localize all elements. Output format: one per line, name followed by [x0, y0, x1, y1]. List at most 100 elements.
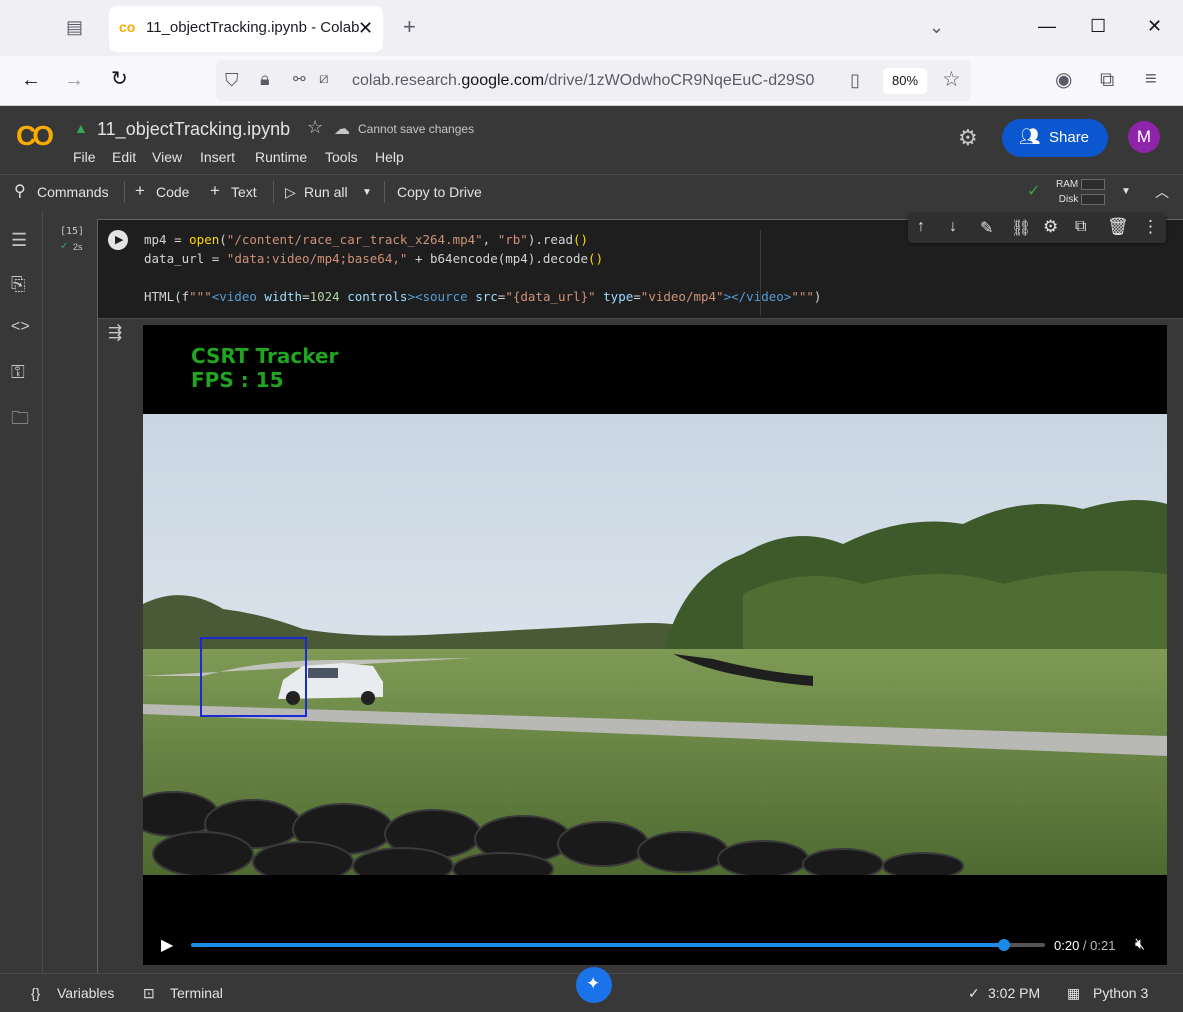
url-text[interactable]: colab.research.google.com/drive/1zWOdwho…: [352, 72, 838, 90]
settings-gear-icon[interactable]: ⚙: [958, 125, 978, 151]
execution-time: 2s: [73, 242, 83, 252]
code-line-2[interactable]: data_url = "data:video/mp4;base64," + b6…: [144, 251, 603, 266]
zoom-level[interactable]: 80%: [883, 68, 927, 94]
lock-icon[interactable]: 🔒︎: [260, 70, 270, 88]
runtime-icon: ▦: [1067, 985, 1081, 1001]
find-icon[interactable]: ⎘: [11, 274, 25, 295]
exec-check-icon: ✓: [60, 241, 69, 252]
add-text-icon: +: [210, 181, 220, 200]
reload-icon[interactable]: ↻: [111, 69, 128, 89]
run-all-dropdown-icon[interactable]: ▼: [362, 187, 372, 198]
cell-settings-icon[interactable]: ⚙: [1043, 217, 1058, 237]
minimize-icon[interactable]: —: [1038, 17, 1056, 35]
tracker-fps: FPS : 15: [191, 368, 284, 392]
menu-runtime[interactable]: Runtime: [255, 149, 307, 165]
add-code-icon: +: [135, 181, 145, 200]
mute-icon[interactable]: 🔇︎: [1135, 936, 1145, 954]
menu-icon[interactable]: ≡: [1145, 69, 1157, 89]
duration: 0:21: [1090, 938, 1116, 953]
gemini-button[interactable]: ✦: [576, 967, 612, 1003]
more-options-icon[interactable]: ⋮: [1142, 217, 1159, 237]
add-text-button[interactable]: Text: [231, 184, 257, 200]
close-window-icon[interactable]: ✕: [1147, 17, 1162, 35]
copy-to-drive-button[interactable]: Copy to Drive: [397, 184, 482, 200]
variables-icon: {}: [31, 985, 41, 1001]
link-icon[interactable]: ⛓: [1011, 218, 1031, 238]
completed-check-icon: ✓: [968, 985, 980, 1001]
code-line-4[interactable]: HTML(f"""<video width=1024 controls><sou…: [144, 289, 821, 304]
terminal-icon: ⊡: [143, 985, 155, 1001]
video-time: 0:20 / 0:21: [1054, 938, 1116, 953]
maximize-icon[interactable]: ☐: [1090, 17, 1106, 35]
menu-file[interactable]: File: [73, 149, 96, 165]
resource-monitor[interactable]: RAM Disk: [1056, 177, 1106, 207]
avatar[interactable]: M: [1128, 121, 1160, 153]
play-icon: ▶: [115, 234, 124, 246]
menu-help[interactable]: Help: [375, 149, 404, 165]
colab-logo[interactable]: CO: [16, 120, 54, 152]
play-icon: ▷: [285, 184, 296, 200]
current-time: 0:20: [1054, 938, 1080, 953]
back-icon[interactable]: ←: [21, 70, 41, 90]
menu-view[interactable]: View: [152, 149, 182, 165]
star-icon[interactable]: ☆: [307, 117, 323, 138]
extensions-icon[interactable]: ⧉: [1100, 70, 1114, 90]
move-down-icon[interactable]: ↓: [949, 218, 957, 236]
run-all-button[interactable]: Run all: [304, 184, 348, 200]
save-status[interactable]: Cannot save changes: [358, 122, 474, 136]
terminal-button[interactable]: Terminal: [170, 985, 223, 1001]
forward-icon[interactable]: →: [64, 70, 84, 90]
video-frame: [143, 414, 1167, 875]
seek-progress: [191, 943, 1004, 947]
menu-insert[interactable]: Insert: [200, 149, 235, 165]
share-label: Share: [1049, 129, 1090, 146]
new-tab-icon[interactable]: +: [403, 16, 416, 38]
code-line-1[interactable]: mp4 = open("/content/race_car_track_x264…: [144, 232, 588, 247]
divider: [273, 181, 274, 203]
run-cell-button[interactable]: ▶: [108, 230, 128, 250]
video-player[interactable]: CSRT Tracker FPS : 15 ▶ 0:20 / 0:21 🔇︎: [143, 325, 1167, 965]
execution-count: [15]: [60, 226, 85, 237]
add-code-button[interactable]: Code: [156, 184, 189, 200]
move-up-icon[interactable]: ↑: [917, 218, 925, 236]
screen-share-blocked-icon[interactable]: ⧄: [319, 71, 329, 86]
variables-button[interactable]: Variables: [57, 985, 114, 1001]
search-icon: ⚲: [14, 183, 26, 200]
table-of-contents-icon[interactable]: ☰: [11, 230, 27, 251]
account-icon[interactable]: ◉: [1055, 70, 1072, 90]
menu-edit[interactable]: Edit: [112, 149, 136, 165]
notebook-title[interactable]: 11_objectTracking.ipynb: [97, 119, 290, 140]
delete-icon[interactable]: 🗑︎: [1107, 217, 1129, 237]
runtime-type[interactable]: Python 3: [1093, 985, 1148, 1001]
play-button-icon[interactable]: ▶: [161, 935, 173, 955]
tracker-name: CSRT Tracker: [191, 344, 339, 368]
divider: [384, 181, 385, 203]
code-snippets-icon[interactable]: <>: [11, 318, 30, 336]
url-domain: google.com: [461, 72, 545, 89]
collapse-header-icon[interactable]: ︿: [1155, 182, 1169, 202]
shield-icon[interactable]: ⛉: [225, 71, 239, 89]
ram-label: RAM: [1056, 179, 1079, 190]
bookmark-star-icon[interactable]: ☆: [942, 69, 961, 90]
files-folder-icon[interactable]: 🗀: [11, 406, 29, 436]
seek-bar[interactable]: [191, 939, 1045, 951]
secrets-key-icon[interactable]: ⚿: [11, 362, 25, 383]
permissions-icon[interactable]: ⚯: [293, 72, 306, 87]
cell-toolbar: ↑ ↓ ✎ ⛓ ⚙ ⧉ 🗑︎ ⋮: [908, 213, 1166, 243]
reader-view-icon[interactable]: ▯: [850, 71, 860, 89]
runtime-dropdown-icon[interactable]: ▼: [1121, 186, 1131, 197]
last-run-time[interactable]: 3:02 PM: [988, 985, 1040, 1001]
tab-list-icon[interactable]: ▤: [66, 18, 83, 36]
url-prefix: colab.research.: [352, 72, 462, 89]
tab-title: 11_objectTracking.ipynb - Colab: [146, 19, 360, 36]
edit-magic-icon[interactable]: ✎: [980, 218, 993, 238]
menu-tools[interactable]: Tools: [325, 149, 358, 165]
close-tab-icon[interactable]: ✕: [358, 19, 373, 37]
chevron-down-icon[interactable]: ⌄: [929, 18, 944, 36]
mirror-cell-icon[interactable]: ⧉: [1075, 218, 1086, 236]
output-menu-icon[interactable]: ⇶: [108, 323, 122, 343]
sparkle-icon: ✦: [586, 974, 601, 993]
share-button[interactable]: 👥︎ Share: [1002, 119, 1108, 157]
seek-handle[interactable]: [998, 939, 1010, 951]
commands-button[interactable]: Commands: [37, 184, 109, 200]
